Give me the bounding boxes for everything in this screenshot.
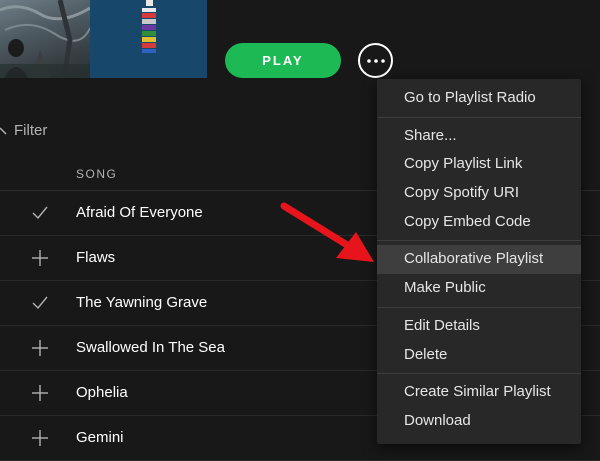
plus-icon[interactable] xyxy=(31,249,49,267)
menu-divider xyxy=(377,306,581,308)
context-menu: Go to Playlist Radio Share... Copy Playl… xyxy=(377,79,581,444)
menu-item-go-to-playlist-radio[interactable]: Go to Playlist Radio xyxy=(377,84,581,113)
column-header-song[interactable]: SONG xyxy=(76,167,117,181)
play-button[interactable]: PLAY xyxy=(225,43,341,78)
filter-field[interactable]: Filter xyxy=(0,120,47,140)
track-title: Swallowed In The Sea xyxy=(76,339,225,356)
menu-item-delete[interactable]: Delete xyxy=(377,341,581,370)
album-art-left xyxy=(0,0,90,78)
menu-divider xyxy=(377,116,581,118)
album-art-right-image xyxy=(142,0,156,53)
menu-item-copy-spotify-uri[interactable]: Copy Spotify URI xyxy=(377,179,581,208)
track-title: Flaws xyxy=(76,249,116,266)
menu-item-copy-embed-code[interactable]: Copy Embed Code xyxy=(377,208,581,237)
menu-item-copy-playlist-link[interactable]: Copy Playlist Link xyxy=(377,150,581,179)
plus-icon[interactable] xyxy=(31,384,49,402)
search-icon xyxy=(0,127,7,135)
menu-item-download[interactable]: Download xyxy=(377,407,581,436)
check-icon[interactable] xyxy=(31,204,49,222)
menu-item-edit-details[interactable]: Edit Details xyxy=(377,312,581,341)
check-icon[interactable] xyxy=(31,294,49,312)
red-arrow-icon xyxy=(280,202,374,262)
filter-label: Filter xyxy=(14,121,48,139)
album-art-right xyxy=(90,0,207,78)
more-options-button[interactable] xyxy=(358,43,393,78)
album-art-left-image xyxy=(0,0,90,78)
menu-item-share[interactable]: Share... xyxy=(377,122,581,151)
plus-icon[interactable] xyxy=(31,339,49,357)
ellipsis-icon xyxy=(366,58,385,63)
menu-item-make-public[interactable]: Make Public xyxy=(377,274,581,303)
plus-icon[interactable] xyxy=(31,429,49,447)
track-title: Ophelia xyxy=(76,384,128,401)
menu-divider xyxy=(377,240,581,242)
menu-item-collaborative-playlist[interactable]: Collaborative Playlist xyxy=(377,245,581,275)
track-title: The Yawning Grave xyxy=(76,294,208,311)
track-title: Gemini xyxy=(76,429,124,446)
menu-divider xyxy=(377,373,581,375)
menu-item-create-similar-playlist[interactable]: Create Similar Playlist xyxy=(377,378,581,407)
track-title: Afraid Of Everyone xyxy=(76,204,203,221)
